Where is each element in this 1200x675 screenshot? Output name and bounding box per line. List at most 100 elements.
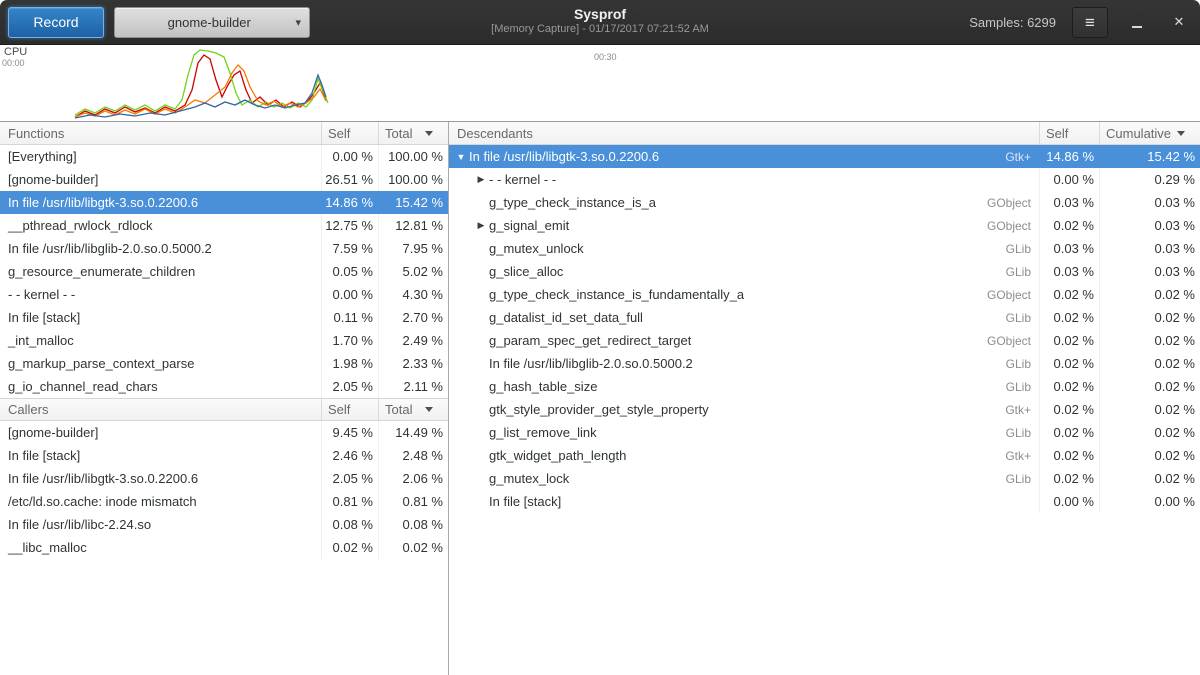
library-category: GLib — [1006, 426, 1039, 440]
self-percent: 0.02 % — [1040, 329, 1100, 352]
headerbar: Record gnome-builder ▾ Sysprof [Memory C… — [0, 0, 1200, 45]
tree-row[interactable]: g_param_spec_get_redirect_targetGObject0… — [449, 329, 1200, 352]
descendant-name-cell: g_slice_allocGLib — [449, 260, 1040, 283]
callers-table-header: Callers Self Total — [0, 398, 448, 421]
function-name: g_datalist_id_set_data_full — [489, 310, 643, 325]
tree-row[interactable]: gtk_style_provider_get_style_propertyGtk… — [449, 398, 1200, 421]
table-row[interactable]: In file [stack]0.11 %2.70 % — [0, 306, 448, 329]
descendant-name-cell: In file /usr/lib/libglib-2.0.so.0.5000.2… — [449, 352, 1040, 375]
descendant-name-cell: ▼In file /usr/lib/libgtk-3.so.0.2200.6Gt… — [449, 145, 1040, 168]
descendant-name-cell: In file [stack] — [449, 490, 1040, 513]
function-name: g_type_check_instance_is_fundamentally_a — [489, 287, 744, 302]
table-row[interactable]: In file /usr/lib/libc-2.24.so0.08 %0.08 … — [0, 513, 448, 536]
column-header-descendants[interactable]: Descendants — [449, 122, 1040, 144]
cpu-timeline-graph[interactable]: CPU 00:00 00:30 — [0, 45, 1200, 122]
tree-row[interactable]: g_mutex_unlockGLib0.03 %0.03 % — [449, 237, 1200, 260]
table-row[interactable]: In file [stack]2.46 %2.48 % — [0, 444, 448, 467]
total-percent: 100.00 % — [379, 145, 448, 168]
tree-row[interactable]: ▶- - kernel - -0.00 %0.29 % — [449, 168, 1200, 191]
function-name: In file [stack] — [0, 444, 322, 467]
function-name: __pthread_rwlock_rdlock — [0, 214, 322, 237]
tree-row[interactable]: g_datalist_id_set_data_fullGLib0.02 %0.0… — [449, 306, 1200, 329]
function-name: __libc_malloc — [0, 536, 322, 559]
tree-row[interactable]: ▶g_signal_emitGObject0.02 %0.03 % — [449, 214, 1200, 237]
descendant-name-cell: ▶- - kernel - - — [449, 168, 1040, 191]
table-row[interactable]: [gnome-builder]26.51 %100.00 % — [0, 168, 448, 191]
column-header-total[interactable]: Total — [379, 122, 448, 144]
descendant-name-cell: g_hash_table_sizeGLib — [449, 375, 1040, 398]
function-name: In file /usr/lib/libc-2.24.so — [0, 513, 322, 536]
self-percent: 0.81 % — [322, 490, 379, 513]
record-button[interactable]: Record — [8, 7, 104, 38]
self-percent: 7.59 % — [322, 237, 379, 260]
tree-row[interactable]: In file /usr/lib/libglib-2.0.so.0.5000.2… — [449, 352, 1200, 375]
table-row[interactable]: _int_malloc1.70 %2.49 % — [0, 329, 448, 352]
function-name: g_type_check_instance_is_a — [489, 195, 656, 210]
total-percent: 4.30 % — [379, 283, 448, 306]
descendant-name-cell: g_mutex_lockGLib — [449, 467, 1040, 490]
total-percent: 0.08 % — [379, 513, 448, 536]
self-percent: 2.46 % — [322, 444, 379, 467]
self-percent: 2.05 % — [322, 375, 379, 398]
tree-row[interactable]: g_type_check_instance_is_aGObject0.03 %0… — [449, 191, 1200, 214]
minimize-button[interactable] — [1124, 9, 1150, 35]
library-category: GLib — [1006, 242, 1039, 256]
menu-button[interactable]: ≡ — [1072, 7, 1108, 38]
descendant-name-cell: g_type_check_instance_is_aGObject — [449, 191, 1040, 214]
function-name: In file [stack] — [0, 306, 322, 329]
descendant-name-cell: gtk_style_provider_get_style_propertyGtk… — [449, 398, 1040, 421]
table-row[interactable]: In file /usr/lib/libglib-2.0.so.0.5000.2… — [0, 237, 448, 260]
table-row[interactable]: g_io_channel_read_chars2.05 %2.11 % — [0, 375, 448, 398]
self-percent: 0.05 % — [322, 260, 379, 283]
self-percent: 0.02 % — [1040, 444, 1100, 467]
library-category: Gtk+ — [1005, 150, 1039, 164]
table-row[interactable]: [gnome-builder]9.45 %14.49 % — [0, 421, 448, 444]
table-row[interactable]: In file /usr/lib/libgtk-3.so.0.2200.614.… — [0, 191, 448, 214]
expand-icon[interactable]: ▶ — [473, 174, 489, 185]
table-row[interactable]: g_resource_enumerate_children0.05 %5.02 … — [0, 260, 448, 283]
tree-row[interactable]: g_type_check_instance_is_fundamentally_a… — [449, 283, 1200, 306]
column-header-self[interactable]: Self — [1040, 122, 1100, 144]
hamburger-icon: ≡ — [1085, 14, 1095, 31]
descendant-name-cell: g_mutex_unlockGLib — [449, 237, 1040, 260]
column-header-total[interactable]: Total — [379, 399, 448, 420]
right-panel: Descendants Self Cumulative ▼In file /us… — [449, 122, 1200, 675]
table-row[interactable]: [Everything]0.00 %100.00 % — [0, 145, 448, 168]
collapse-icon[interactable]: ▼ — [453, 152, 469, 162]
tree-row[interactable]: ▼In file /usr/lib/libgtk-3.so.0.2200.6Gt… — [449, 145, 1200, 168]
tree-row[interactable]: gtk_widget_path_lengthGtk+0.02 %0.02 % — [449, 444, 1200, 467]
tree-row[interactable]: g_slice_allocGLib0.03 %0.03 % — [449, 260, 1200, 283]
library-category: GLib — [1006, 380, 1039, 394]
self-percent: 0.02 % — [1040, 398, 1100, 421]
self-percent: 0.11 % — [322, 306, 379, 329]
expand-icon[interactable]: ▶ — [473, 220, 489, 231]
table-row[interactable]: g_markup_parse_context_parse1.98 %2.33 % — [0, 352, 448, 375]
column-label: Total — [385, 126, 412, 141]
tree-row[interactable]: g_hash_table_sizeGLib0.02 %0.02 % — [449, 375, 1200, 398]
table-row[interactable]: In file /usr/lib/libgtk-3.so.0.2200.62.0… — [0, 467, 448, 490]
functions-table-header: Functions Self Total — [0, 122, 448, 145]
function-name: g_io_channel_read_chars — [0, 375, 322, 398]
table-row[interactable]: __libc_malloc0.02 %0.02 % — [0, 536, 448, 559]
table-row[interactable]: /etc/ld.so.cache: inode mismatch0.81 %0.… — [0, 490, 448, 513]
close-button[interactable]: ✕ — [1166, 9, 1192, 35]
self-percent: 0.08 % — [322, 513, 379, 536]
column-header-self[interactable]: Self — [322, 399, 379, 420]
self-percent: 0.02 % — [322, 536, 379, 559]
table-row[interactable]: - - kernel - -0.00 %4.30 % — [0, 283, 448, 306]
column-header-functions[interactable]: Functions — [0, 122, 322, 144]
library-category: Gtk+ — [1005, 403, 1039, 417]
tree-row[interactable]: g_mutex_lockGLib0.02 %0.02 % — [449, 467, 1200, 490]
app-selector-dropdown[interactable]: gnome-builder ▾ — [114, 7, 310, 38]
tree-row[interactable]: In file [stack]0.00 %0.00 % — [449, 490, 1200, 513]
function-name: g_markup_parse_context_parse — [0, 352, 322, 375]
descendants-table-body: ▼In file /usr/lib/libgtk-3.so.0.2200.6Gt… — [449, 145, 1200, 513]
column-header-cumulative[interactable]: Cumulative — [1100, 122, 1200, 144]
tree-row[interactable]: g_list_remove_linkGLib0.02 %0.02 % — [449, 421, 1200, 444]
cumulative-percent: 0.03 % — [1100, 260, 1200, 283]
column-header-self[interactable]: Self — [322, 122, 379, 144]
column-header-callers[interactable]: Callers — [0, 399, 322, 420]
table-row[interactable]: __pthread_rwlock_rdlock12.75 %12.81 % — [0, 214, 448, 237]
total-percent: 2.33 % — [379, 352, 448, 375]
library-category: GLib — [1006, 357, 1039, 371]
